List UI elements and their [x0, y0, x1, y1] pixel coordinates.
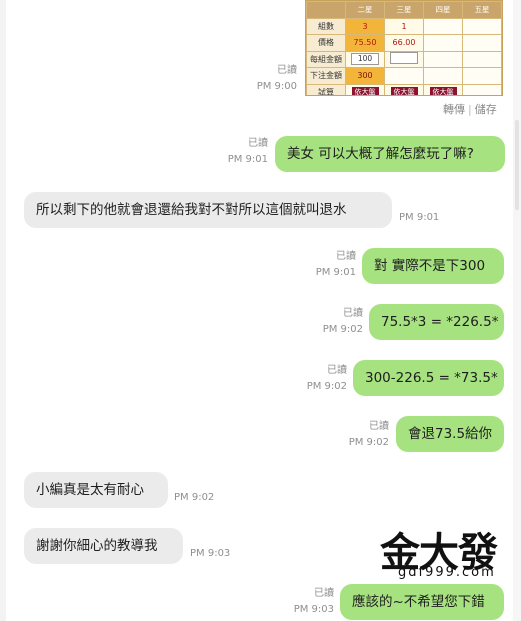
message-timestamp: PM 9:02 [174, 492, 215, 503]
message-bubble-received[interactable]: 所以剩下的他就會退還給我對不對所以這個就叫退水 [24, 192, 392, 228]
table-cell [423, 34, 463, 52]
message-timestamp: PM 9:01 [399, 212, 440, 223]
row-label: 下注金額 [306, 67, 346, 85]
table-header: 三星 [384, 1, 424, 19]
read-status: 已讀 [327, 365, 347, 376]
watermark-logo: 金大發 gdf999.com [380, 520, 510, 584]
message-timestamp: PM 9:01 [315, 267, 356, 278]
table-header-blank [306, 1, 346, 19]
table-cell [423, 67, 463, 85]
read-status: 已讀 [369, 421, 389, 432]
scrollbar-track[interactable] [513, 0, 521, 621]
table-cell [462, 50, 502, 68]
message-bubble-sent[interactable]: 應該的~不希望您下錯 [340, 584, 504, 620]
row-label: 價格 [306, 34, 346, 52]
image-actions: 轉傳 | 儲存 [443, 101, 497, 117]
table-cell: 依大盤 [423, 83, 463, 95]
table-cell: 1 [384, 17, 424, 35]
message-timestamp: PM 9:03 [293, 604, 334, 615]
table-cell [423, 17, 463, 35]
message-timestamp: PM 9:02 [322, 324, 363, 335]
table-header: 四星 [423, 1, 463, 19]
row-label: 每組金額 [306, 50, 346, 68]
table-header: 五星 [462, 1, 502, 19]
message-timestamp: PM 9:02 [348, 437, 389, 448]
image-read-status: 已讀 [277, 65, 297, 76]
bet-table: 二星 三星 四星 五星 組數 3 1 價格 75.50 66.00 每組金額 1… [306, 1, 502, 95]
watermark-site: gdf999.com [398, 565, 496, 580]
odds-button: 依大盤 [351, 86, 379, 95]
message-bubble-sent[interactable]: 75.5*3 = *226.5* [369, 304, 504, 340]
table-cell [462, 83, 502, 95]
forward-link[interactable]: 轉傳 [443, 103, 465, 116]
read-status: 已讀 [336, 251, 356, 262]
action-separator: | [468, 103, 472, 116]
left-edge [0, 0, 6, 621]
table-cell: 75.50 [345, 34, 385, 52]
save-link[interactable]: 儲存 [475, 103, 497, 116]
table-cell: 3 [345, 17, 385, 35]
table-cell: 依大盤 [384, 83, 424, 95]
read-status: 已讀 [314, 588, 334, 599]
table-cell [384, 50, 424, 68]
read-status: 已讀 [248, 138, 268, 149]
table-cell [462, 67, 502, 85]
message-bubble-sent[interactable]: 300-226.5 = *73.5* [353, 360, 504, 396]
row-label: 試算 [306, 83, 346, 95]
message-bubble-received[interactable]: 小編真是太有耐心 [24, 472, 168, 508]
table-cell [384, 67, 424, 85]
table-cell [462, 17, 502, 35]
message-bubble-sent[interactable]: 美女 可以大概了解怎麼玩了嘛? [275, 136, 505, 172]
shared-image[interactable]: 二星 三星 四星 五星 組數 3 1 價格 75.50 66.00 每組金額 1… [305, 0, 503, 96]
message-timestamp: PM 9:01 [227, 154, 268, 165]
table-cell: 300 [345, 67, 385, 85]
table-cell [423, 50, 463, 68]
message-bubble-sent[interactable]: 會退73.5給你 [396, 416, 504, 452]
table-cell: 66.00 [384, 34, 424, 52]
odds-button: 依大盤 [390, 86, 418, 95]
image-timestamp: PM 9:00 [256, 81, 297, 92]
table-cell: 100 [345, 50, 385, 68]
row-label: 組數 [306, 17, 346, 35]
table-cell [462, 34, 502, 52]
table-header: 二星 [345, 1, 385, 19]
scrollbar-thumb[interactable] [515, 120, 519, 210]
message-bubble-received[interactable]: 謝謝你細心的教導我 [24, 528, 183, 564]
message-timestamp: PM 9:02 [306, 381, 347, 392]
message-timestamp: PM 9:03 [190, 548, 231, 559]
table-cell: 依大盤 [345, 83, 385, 95]
amount-input-empty [390, 52, 418, 65]
odds-button: 依大盤 [429, 86, 457, 95]
message-bubble-sent[interactable]: 對 實際不是下300 [362, 248, 504, 284]
amount-input: 100 [351, 53, 379, 66]
read-status: 已讀 [343, 308, 363, 319]
